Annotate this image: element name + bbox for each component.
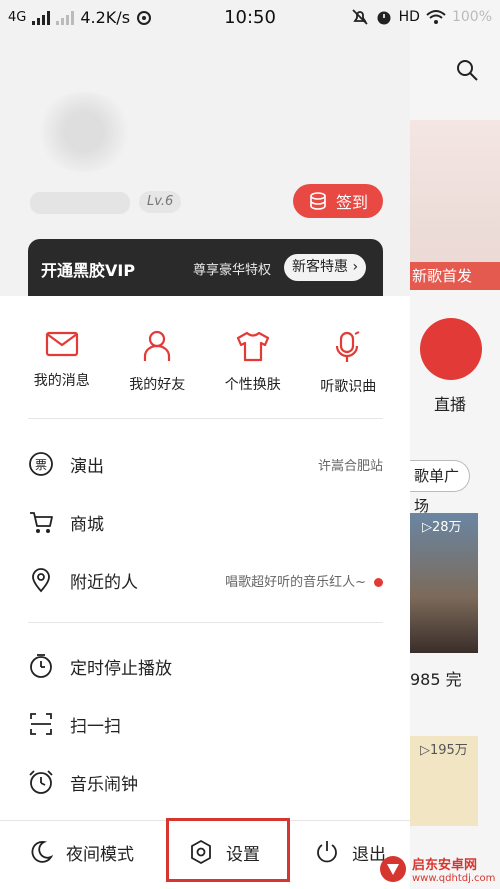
avatar[interactable] [34, 92, 134, 172]
menu-show-extra: 许嵩合肥站 [317, 458, 383, 474]
wifi-icon [426, 10, 446, 24]
power-icon [317, 841, 337, 863]
shirt-icon [236, 331, 269, 362]
menu-nearby-label: 附近的人 [70, 572, 138, 593]
live-label: 直播 [434, 395, 467, 414]
level-badge: Lv.6 [139, 191, 182, 213]
menu-item-show[interactable]: 票 演出 许嵩合肥站 [28, 444, 383, 484]
status-bar: 4G 4.2K/s 10:50 HD 100% [0, 0, 500, 36]
vip-offer-label: 新客特惠 [292, 259, 348, 275]
search-icon[interactable] [455, 58, 479, 82]
menu-alarm-label: 音乐闹钟 [70, 774, 138, 795]
settings-highlight-box [166, 818, 290, 882]
menu-item-timer[interactable]: 定时停止播放 [28, 646, 383, 686]
divider [28, 622, 383, 623]
vip-offer-pill[interactable]: 新客特惠 › [284, 254, 367, 281]
watermark-url: www.qdhtdj.com [412, 873, 496, 884]
status-right: HD 100% [351, 8, 492, 26]
banner-label: 新歌首发 [410, 262, 500, 290]
side-drawer: Lv.6 签到 开通黑胶VIP 尊享豪华特权 新客特惠 › 我的消息 我的好友 … [0, 0, 410, 889]
svg-text:票: 票 [35, 458, 47, 472]
watermark-logo-icon [380, 856, 406, 882]
notification-dot [374, 577, 383, 587]
cart-icon [30, 512, 53, 533]
play-count-1: ▷28万 [422, 520, 462, 535]
quick-song-recognition-label: 听歌识曲 [320, 379, 377, 395]
mic-icon [336, 331, 360, 362]
menu-item-alarm[interactable]: 音乐闹钟 [28, 762, 383, 802]
vip-title: 开通黑胶VIP [41, 261, 136, 280]
vip-subtitle: 尊享豪华特权 [193, 263, 272, 278]
quick-actions: 我的消息 我的好友 个性换肤 听歌识曲 [14, 330, 396, 396]
logout-button[interactable]: 退出 [314, 839, 386, 865]
quick-messages[interactable]: 我的消息 [14, 330, 110, 396]
alarm-icon [377, 11, 391, 25]
coins-icon [310, 192, 326, 210]
watermark-title: 启东安卓网 [412, 858, 478, 873]
quick-friends[interactable]: 我的好友 [110, 330, 206, 396]
moon-icon [31, 841, 54, 863]
person-icon [144, 330, 171, 361]
signin-label: 签到 [335, 193, 368, 212]
ticket-icon: 票 [29, 452, 53, 476]
menu-timer-label: 定时停止播放 [70, 658, 172, 679]
play-count-2: ▷195万 [420, 743, 468, 758]
watermark-text: 启东安卓网 www.qdhtdj.com [412, 854, 495, 884]
watermark: 启东安卓网 www.qdhtdj.com [378, 852, 498, 886]
quick-friends-label: 我的好友 [129, 377, 186, 393]
quick-messages-label: 我的消息 [33, 373, 90, 389]
live-icon[interactable] [420, 318, 482, 380]
quick-skins-label: 个性换肤 [224, 377, 281, 393]
battery-label: 100% [451, 9, 492, 25]
location-icon [32, 568, 50, 593]
alarm-clock-icon [29, 770, 53, 794]
timer-icon [30, 654, 52, 678]
menu-nearby-extra-text: 唱歌超好听的音乐红人~ [225, 574, 366, 590]
menu-item-scan[interactable]: 扫一扫 [28, 704, 383, 744]
mail-icon [45, 331, 78, 357]
scan-icon [30, 713, 52, 735]
profile-header: Lv.6 签到 开通黑胶VIP 尊享豪华特权 新客特惠 › [0, 0, 410, 296]
playlist-title-1: 985 完 [410, 670, 462, 689]
mute-bell-icon [352, 9, 368, 25]
menu-scan-label: 扫一扫 [70, 716, 121, 737]
night-mode-button[interactable]: 夜间模式 [28, 839, 134, 865]
menu-item-mall[interactable]: 商城 [28, 502, 383, 542]
username[interactable] [30, 192, 130, 214]
hd-label: HD [398, 9, 420, 25]
quick-song-recognition[interactable]: 听歌识曲 [301, 330, 397, 396]
vip-banner[interactable]: 开通黑胶VIP 尊享豪华特权 新客特惠 › [28, 239, 383, 296]
night-mode-label: 夜间模式 [66, 844, 134, 865]
menu-mall-label: 商城 [70, 514, 104, 535]
quick-skins[interactable]: 个性换肤 [205, 330, 301, 396]
playlist-square-button[interactable]: 歌单广场 [410, 460, 470, 515]
menu-nearby-extra: 唱歌超好听的音乐红人~ [225, 571, 383, 590]
menu-show-label: 演出 [70, 456, 104, 477]
divider [28, 418, 383, 419]
menu-item-nearby[interactable]: 附近的人 唱歌超好听的音乐红人~ [28, 560, 383, 600]
signin-button[interactable]: 签到 [293, 184, 383, 218]
